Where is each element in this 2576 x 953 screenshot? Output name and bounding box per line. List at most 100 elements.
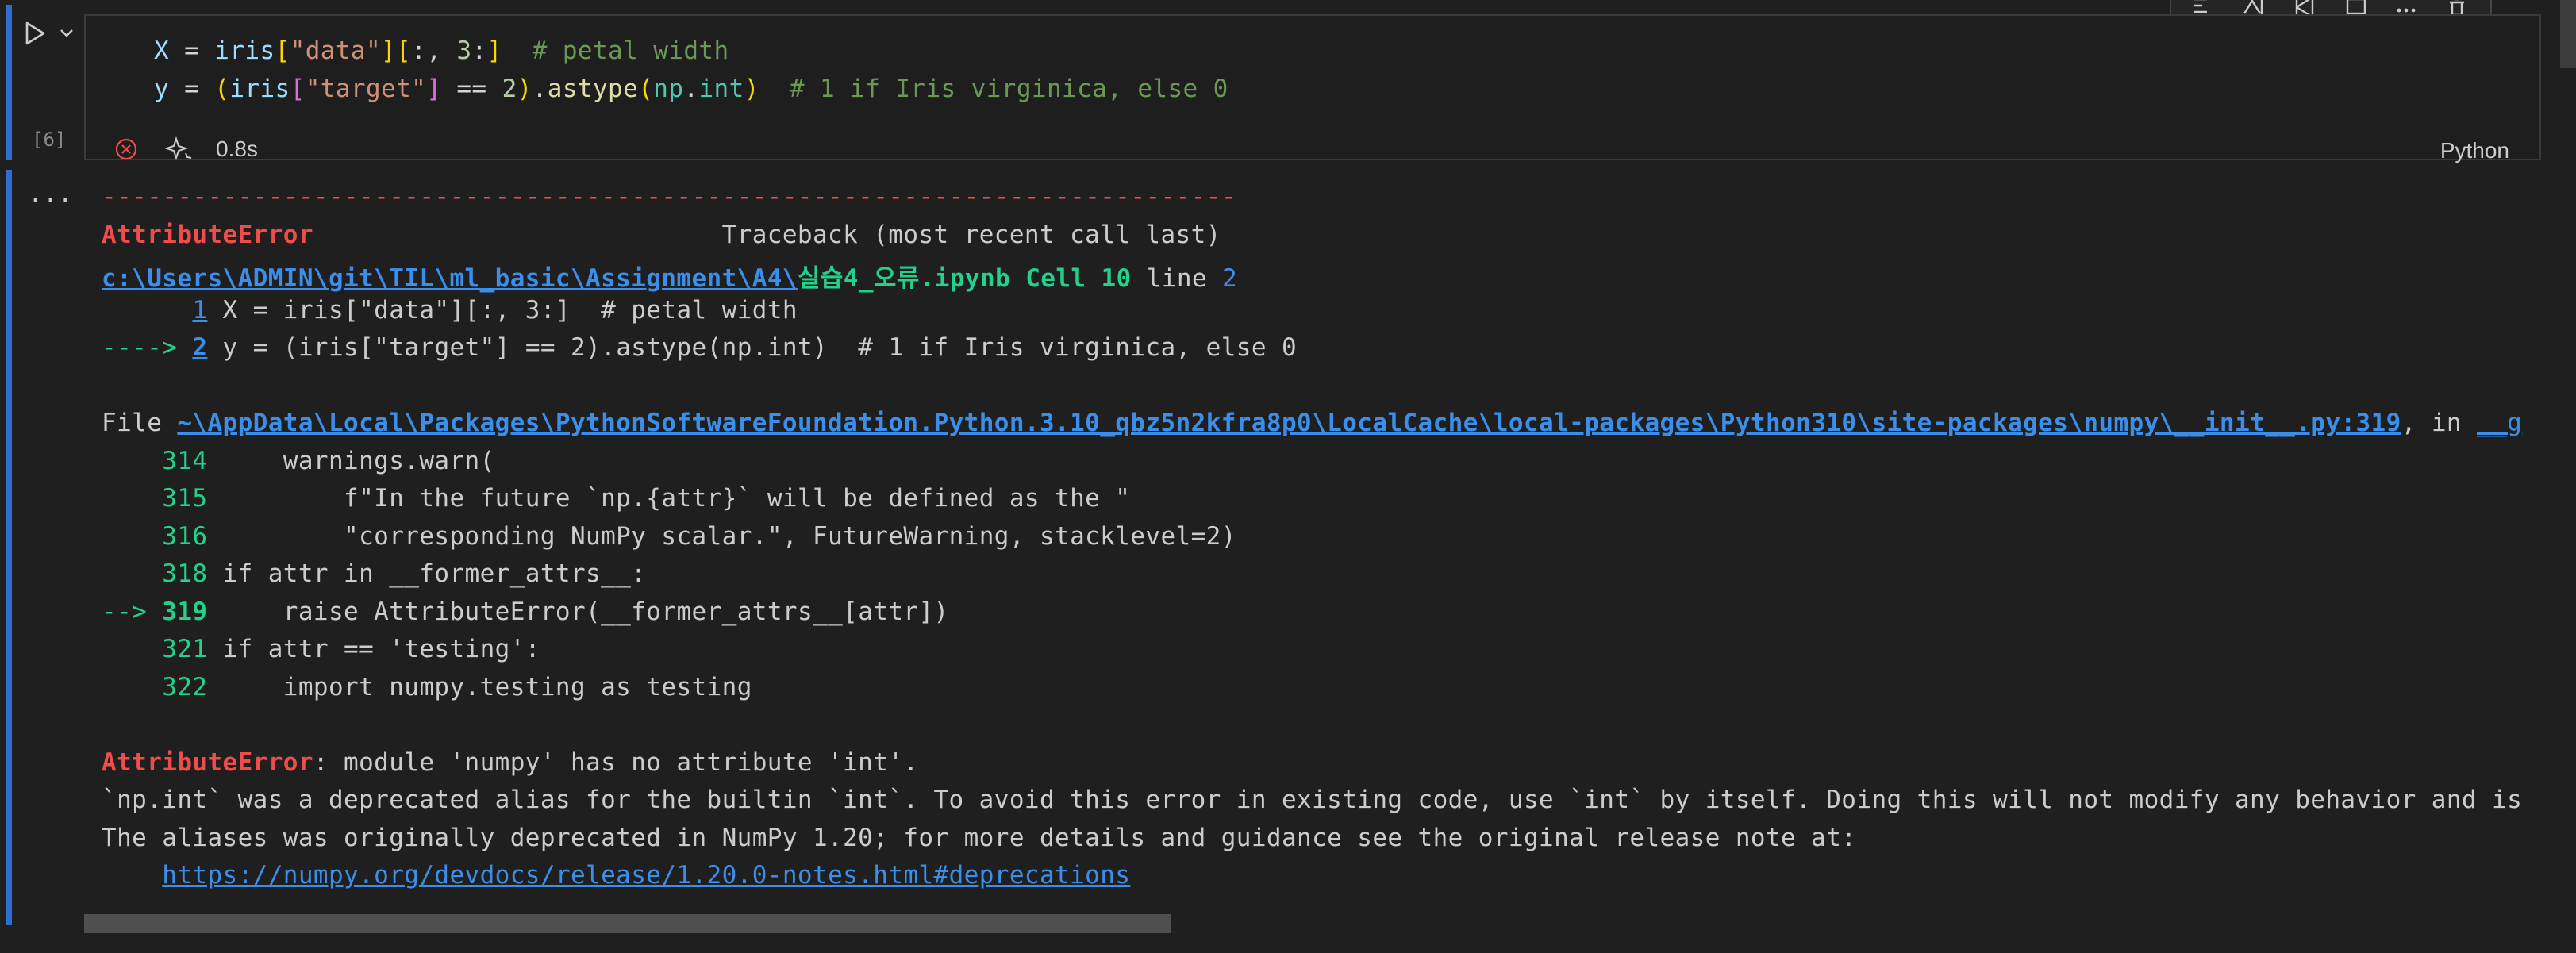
source-code: if attr == 'testing': [207,635,540,663]
run-cell-button[interactable] [19,16,51,51]
code-line-1: X = iris["data"][:, 3:] # petal width [154,37,729,65]
token: # 1 if Iris virginica, else 0 [789,75,1228,103]
detail-text: The aliases was originally deprecated in… [102,824,1857,852]
token: int [698,75,744,103]
source-line-number: 314 [162,447,208,475]
source-line-number: 321 [162,635,208,663]
cell-status-row: 0.8s [114,135,258,163]
token: : [471,37,487,65]
source-line: 314 warnings.warn( [102,447,495,475]
line-link-2[interactable]: 2 [192,333,207,362]
token: [ [275,37,290,65]
detail-text: `np.int` was a deprecated alias for the … [102,786,2523,814]
source-line: 321 if attr == 'testing': [102,635,540,663]
token: ][ [381,37,412,65]
line-link-1[interactable]: 1 [192,296,207,325]
token: 3 [456,37,472,65]
run-icon [25,21,45,45]
token: np [653,75,684,103]
release-note-line: https://numpy.org/devdocs/release/1.20.0… [102,861,1130,890]
source-line: 316 "corresponding NumPy scalar.", Futur… [102,522,1236,551]
sparkle-icon[interactable] [165,136,192,163]
final-error: AttributeError: module 'numpy' has no at… [102,748,918,777]
line-word: line [1131,264,1223,293]
horizontal-scroll-thumb[interactable] [84,914,1171,933]
source-code: warnings.warn( [207,447,495,475]
token: iris [229,75,290,103]
kernel-language-label[interactable]: Python [2440,138,2509,163]
token: astype [547,75,639,103]
numpy-init-link[interactable]: ~\AppData\Local\Packages\PythonSoftwareF… [177,409,2401,437]
token: [ [290,75,306,103]
token: == [441,75,502,103]
function-link[interactable]: __g [2477,409,2522,437]
source-line: 315 f"In the future `np.{attr}` will be … [102,484,1130,513]
execute-options-button[interactable] [56,17,78,49]
vertical-scrollbar[interactable] [2560,0,2576,68]
dashes: ----------------------------------------… [102,183,1236,211]
source-line-number: 315 [162,484,208,513]
token: # petal width [532,37,729,65]
token: "data" [290,37,382,65]
source-line: 318 if attr in __former_attrs__: [102,559,646,588]
code-cell[interactable]: X = iris["data"][:, 3:] # petal width y … [84,14,2541,163]
execution-count: [6] [32,129,67,151]
error-detail-2: The aliases was originally deprecated in… [102,824,1856,852]
traceback-location: c:\Users\ADMIN\git\TIL\ml_basic\Assignme… [102,258,1237,294]
token: ) [517,75,533,103]
execution-duration: 0.8s [216,136,258,161]
error-arrow: ----> [102,333,178,362]
token: = [169,75,215,103]
token: . [532,75,548,103]
token: :, [411,37,457,65]
file-label: File [102,409,178,437]
traceback-header: AttributeError Traceback (most recent ca… [102,221,1221,249]
code-line-2: y = (iris["target"] == 2).astype(np.int)… [154,75,1228,103]
token: ) [744,75,759,103]
context-line-2: ----> 2 y = (iris["target"] == 2).astype… [102,333,1297,362]
notebook-file-name[interactable]: 실습4_오류.ipynb [798,264,1010,293]
traceback-separator: ----------------------------------------… [102,183,1236,211]
chevron-down-icon [60,29,73,37]
file-in: , in [2401,409,2478,437]
traceback-title: Traceback (most recent call last) [313,221,1221,249]
notebook-path-link[interactable]: c:\Users\ADMIN\git\TIL\ml_basic\Assignme… [102,264,798,293]
context-line-1: 1 X = iris["data"][:, 3:] # petal width [102,296,798,325]
token: ] [426,75,442,103]
source-code: f"In the future `np.{attr}` will be defi… [207,484,1131,513]
source-code: raise AttributeError(__former_attrs__[at… [207,598,949,626]
line-number: 2 [1222,264,1238,293]
error-detail-1: `np.int` was a deprecated alias for the … [102,786,2522,814]
source-code: if attr in __former_attrs__: [207,559,647,588]
release-note-link[interactable]: https://numpy.org/devdocs/release/1.20.0… [162,861,1130,890]
error-type: AttributeError [102,748,313,777]
context-code: y = (iris["target"] == 2).astype(np.int)… [207,333,1298,362]
cell-selection-bar [6,5,12,160]
error-circle-icon[interactable] [114,137,138,161]
source-line-number: 316 [162,522,208,551]
token: 2 [502,75,517,103]
output-actions-button[interactable]: ... [29,181,74,207]
error-type: AttributeError [102,221,313,249]
output-selection-bar [6,170,12,925]
token: iris [214,37,275,65]
token: X [154,37,170,65]
source-code: "corresponding NumPy scalar.", FutureWar… [207,522,1236,551]
token: y [154,75,170,103]
source-line: 322 import numpy.testing as testing [102,673,752,701]
token: "target" [305,75,427,103]
error-arrow: --> [102,598,163,626]
file-location: File ~\AppData\Local\Packages\PythonSoft… [102,409,2522,437]
token: ] [486,37,502,65]
